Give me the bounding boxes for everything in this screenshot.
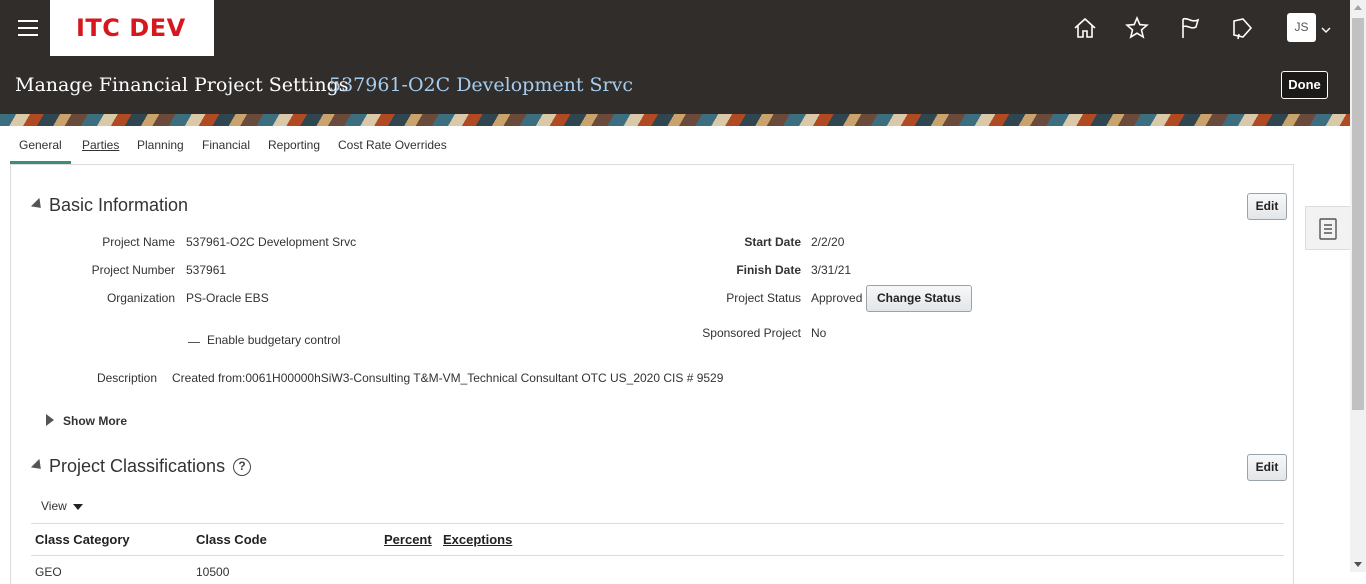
change-status-button[interactable]: Change Status bbox=[866, 285, 972, 312]
table-cell-class-category: GEO bbox=[35, 565, 62, 579]
tab-financial[interactable]: Financial bbox=[202, 132, 250, 164]
table-header-divider bbox=[31, 555, 1284, 556]
favorites-star-icon[interactable] bbox=[1123, 14, 1151, 42]
done-button[interactable]: Done bbox=[1281, 71, 1328, 99]
column-header-class-category[interactable]: Class Category bbox=[35, 532, 130, 547]
description-value: Created from:0061H00000hSiW3-Consulting … bbox=[172, 371, 724, 385]
brand-text: ITC DEV bbox=[76, 14, 186, 42]
project-name-label: Project Name bbox=[102, 235, 175, 249]
organization-value: PS-Oracle EBS bbox=[186, 291, 269, 305]
section-title-project-classifications: Project Classifications bbox=[49, 456, 226, 476]
project-status-value: Approved bbox=[811, 291, 863, 305]
page-subtitle: 537961-O2C Development Srvc bbox=[329, 74, 633, 96]
document-icon bbox=[1319, 218, 1337, 240]
table-cell-class-code: 10500 bbox=[196, 565, 230, 579]
show-more-link[interactable]: Show More bbox=[63, 414, 127, 428]
column-header-class-code[interactable]: Class Code bbox=[196, 532, 267, 547]
view-menu-label: View bbox=[41, 499, 67, 513]
page-title: Manage Financial Project Settings bbox=[15, 74, 349, 96]
global-header: ITC DEV JS bbox=[0, 0, 1350, 56]
sponsored-project-value: No bbox=[811, 326, 827, 340]
project-number-value: 537961 bbox=[186, 263, 227, 277]
description-label: Description bbox=[96, 371, 157, 385]
edit-basic-info-button[interactable]: Edit bbox=[1247, 193, 1287, 220]
page-header: Manage Financial Project Settings 537961… bbox=[0, 56, 1350, 114]
content-panel: Basic Information Edit Project Name 5379… bbox=[10, 164, 1294, 584]
column-header-percent[interactable]: Percent bbox=[384, 532, 432, 547]
start-date-value: 2/2/20 bbox=[811, 235, 845, 249]
budgetary-control-label: Enable budgetary control bbox=[207, 333, 341, 347]
project-number-label: Project Number bbox=[91, 263, 175, 277]
brand-logo[interactable]: ITC DEV bbox=[50, 0, 214, 56]
finish-date-label: Finish Date bbox=[736, 263, 801, 277]
start-date-label: Start Date bbox=[744, 235, 801, 249]
column-header-exceptions[interactable]: Exceptions bbox=[443, 532, 512, 547]
tab-reporting[interactable]: Reporting bbox=[268, 132, 320, 164]
project-status-label: Project Status bbox=[726, 291, 801, 305]
help-icon[interactable]: ? bbox=[233, 458, 251, 476]
edit-classifications-button[interactable]: Edit bbox=[1247, 454, 1287, 481]
watchlist-flag-icon[interactable] bbox=[1176, 14, 1204, 42]
tab-general[interactable]: General bbox=[10, 132, 71, 164]
expand-show-more-icon[interactable] bbox=[46, 414, 54, 426]
tab-parties[interactable]: Parties bbox=[82, 132, 119, 164]
tab-cost-rate-overrides[interactable]: Cost Rate Overrides bbox=[338, 132, 447, 164]
hamburger-menu-icon[interactable] bbox=[18, 20, 38, 36]
budgetary-control-indicator bbox=[188, 342, 200, 343]
caret-down-icon bbox=[72, 503, 83, 510]
sponsored-project-label: Sponsored Project bbox=[702, 326, 801, 340]
side-panel-tab[interactable] bbox=[1305, 206, 1350, 250]
view-menu[interactable]: View bbox=[41, 499, 83, 513]
finish-date-value: 3/31/21 bbox=[811, 263, 852, 277]
tab-planning[interactable]: Planning bbox=[137, 132, 184, 164]
collapse-basic-info-icon[interactable] bbox=[30, 197, 46, 213]
notifications-icon[interactable] bbox=[1228, 14, 1256, 42]
scroll-up-arrow-icon[interactable] bbox=[1354, 5, 1362, 10]
table-top-divider bbox=[31, 523, 1284, 524]
user-avatar[interactable]: JS bbox=[1287, 13, 1316, 42]
vertical-scrollbar[interactable] bbox=[1350, 0, 1366, 572]
organization-label: Organization bbox=[106, 291, 175, 305]
section-title-basic-information: Basic Information bbox=[49, 195, 189, 215]
collapse-classifications-icon[interactable] bbox=[30, 458, 46, 474]
scrollbar-thumb[interactable] bbox=[1352, 18, 1364, 410]
decorative-banner bbox=[0, 114, 1350, 126]
home-icon[interactable] bbox=[1071, 14, 1099, 42]
scroll-down-arrow-icon[interactable] bbox=[1354, 562, 1362, 567]
project-name-value: 537961-O2C Development Srvc bbox=[186, 235, 357, 249]
chevron-down-icon[interactable] bbox=[1321, 22, 1331, 33]
